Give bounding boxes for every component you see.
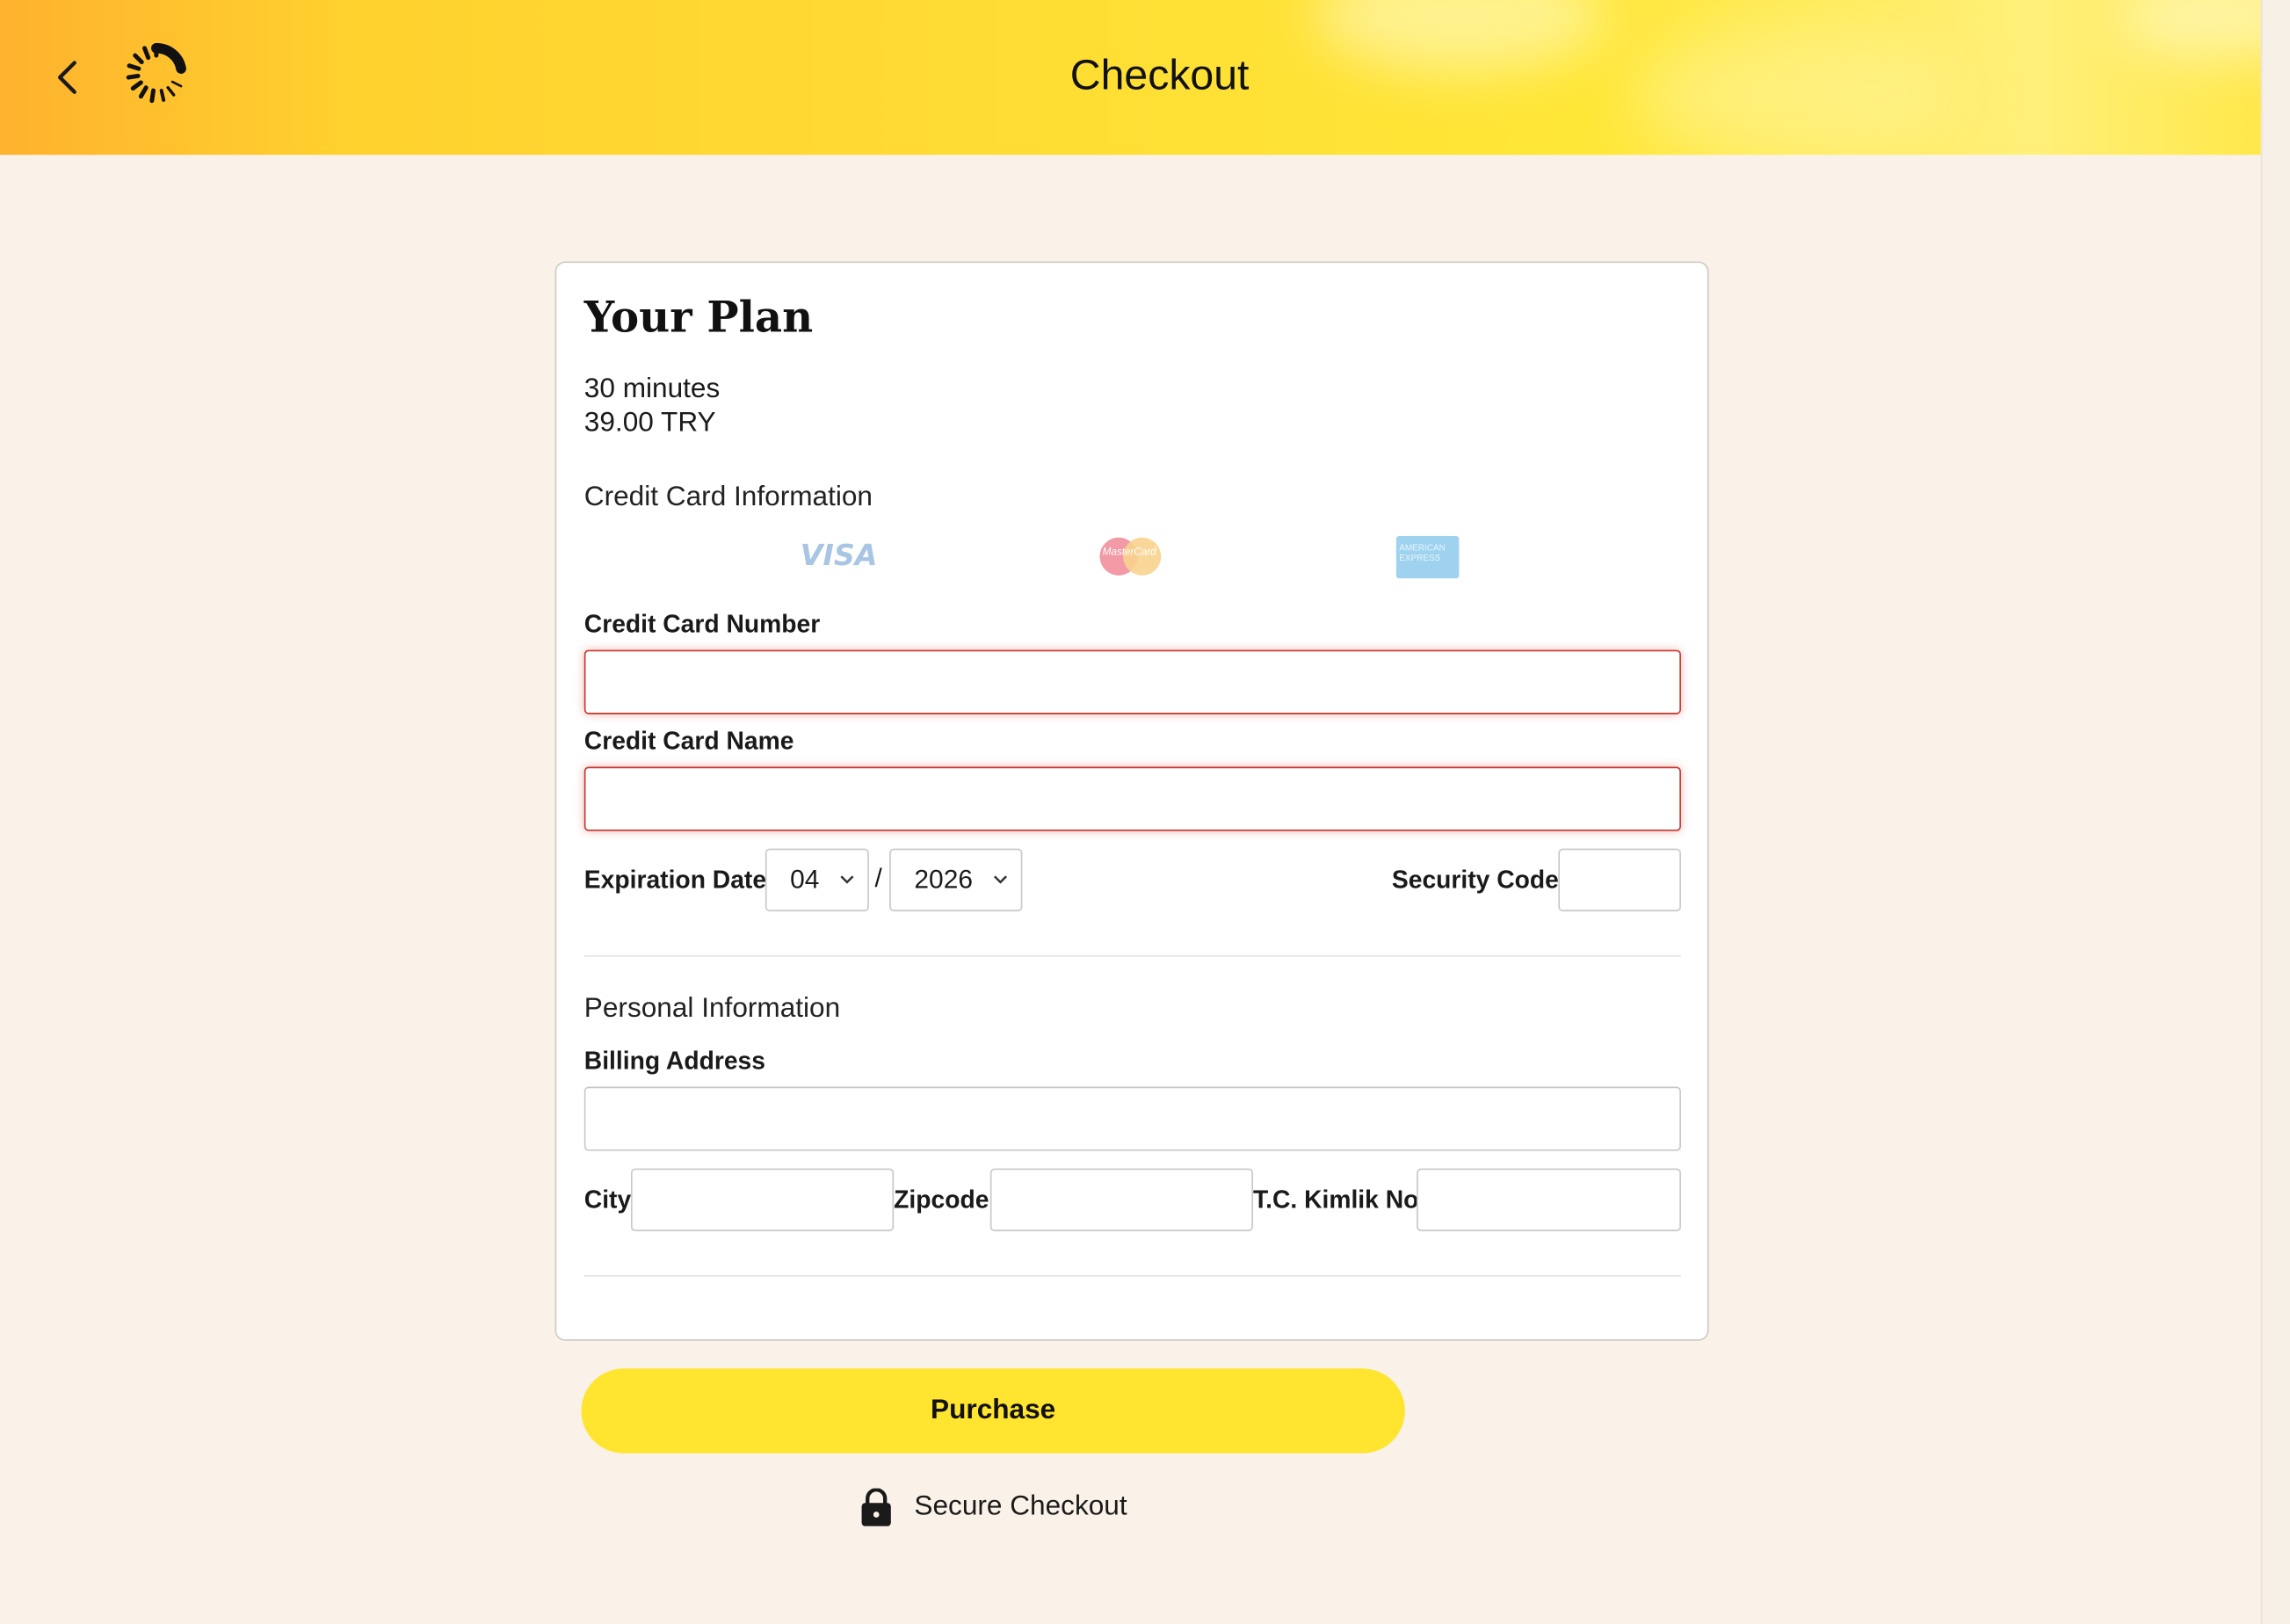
exp-year-value: 2026 xyxy=(914,864,973,895)
card-number-label: Credit Card Number xyxy=(583,610,821,639)
plan-title: Your Plan xyxy=(583,292,814,342)
card-name-input[interactable] xyxy=(583,766,1681,831)
amex-logo-icon: AMERICAN EXPRESS xyxy=(1395,535,1460,579)
header-bar: Checkout xyxy=(0,0,2261,156)
security-code-label: Security Code xyxy=(1391,866,1559,895)
amex-logo-text: AMERICAN EXPRESS xyxy=(1399,544,1446,564)
section-divider xyxy=(583,954,1681,957)
security-code-input[interactable] xyxy=(1558,848,1681,912)
card-number-input[interactable] xyxy=(583,649,1681,714)
checkout-card: Your Plan 30 minutes 39.00 TRY Credit Ca… xyxy=(554,261,1709,1341)
purchase-button[interactable]: Purchase xyxy=(581,1368,1405,1454)
card-brands: VISA MasterCard AMERICAN EXPRESS xyxy=(584,534,1681,579)
card-name-label: Credit Card Name xyxy=(583,727,794,756)
personal-section-title: Personal Information xyxy=(583,993,841,1025)
section-divider xyxy=(583,1274,1681,1277)
secure-checkout-label: Secure Checkout xyxy=(914,1490,1127,1522)
city-label: City xyxy=(583,1185,632,1214)
exp-year-select[interactable]: 2026 xyxy=(889,848,1023,912)
mastercard-logo-text: MasterCard xyxy=(1102,547,1156,558)
city-input[interactable] xyxy=(630,1168,895,1232)
expiration-date-label: Expiration Date xyxy=(583,866,767,895)
credit-card-section-title: Credit Card Information xyxy=(583,482,873,513)
mastercard-logo-icon: MasterCard xyxy=(1099,534,1163,576)
chevron-down-icon xyxy=(993,875,1007,884)
lock-icon xyxy=(861,1488,891,1526)
billing-address-label: Billing Address xyxy=(583,1047,765,1076)
exp-month-value: 04 xyxy=(790,864,820,895)
zipcode-input[interactable] xyxy=(989,1168,1253,1232)
page-title: Checkout xyxy=(1069,52,1250,100)
checkout-page: Checkout Your Plan 30 minutes 39.00 TRY … xyxy=(0,0,2290,1624)
plan-duration: 30 minutes xyxy=(583,373,721,405)
billing-address-input[interactable] xyxy=(583,1086,1681,1151)
scrollbar-gutter xyxy=(2260,0,2290,1624)
tc-kimlik-label: T.C. Kimlik No xyxy=(1252,1185,1419,1214)
exp-month-select[interactable]: 04 xyxy=(765,848,869,912)
exp-separator: / xyxy=(874,863,882,893)
plan-price: 39.00 TRY xyxy=(583,407,716,439)
zipcode-label: Zipcode xyxy=(894,1185,989,1214)
tc-kimlik-input[interactable] xyxy=(1417,1168,1681,1232)
visa-logo-icon: VISA xyxy=(800,537,878,573)
chevron-down-icon xyxy=(840,875,854,884)
